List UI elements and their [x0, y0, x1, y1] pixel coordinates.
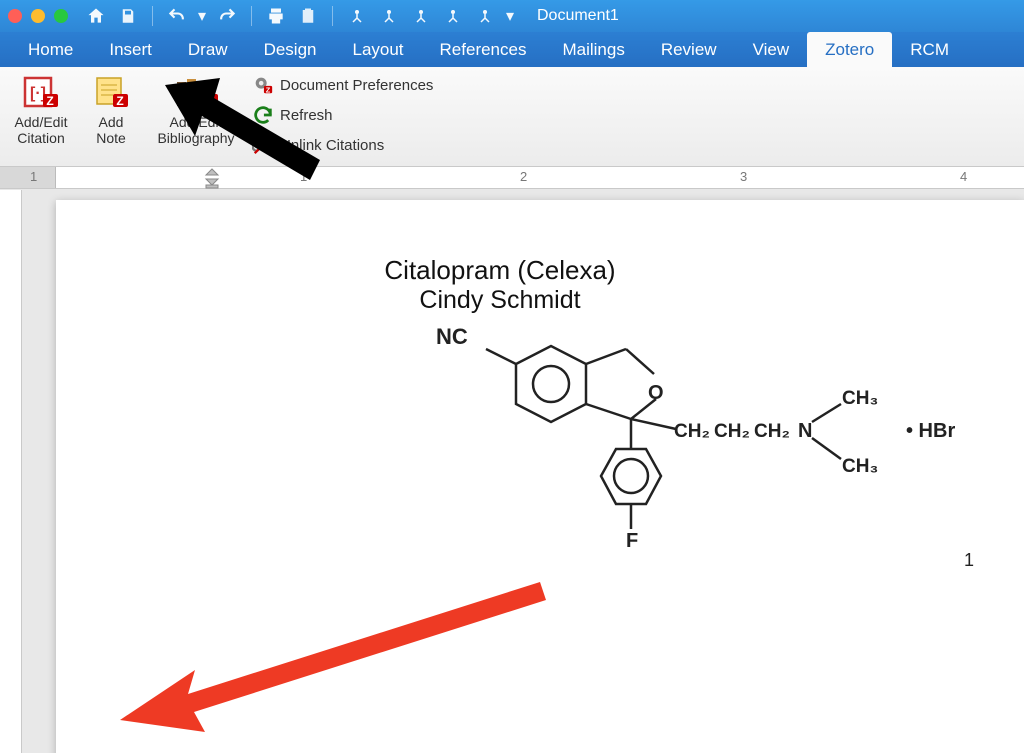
tab-mailings[interactable]: Mailings [544, 32, 642, 67]
gear-icon: Z [252, 74, 274, 96]
add-edit-citation-label-l2: Citation [17, 130, 64, 146]
paste-icon[interactable] [294, 3, 322, 29]
tab-layout[interactable]: Layout [334, 32, 421, 67]
add-edit-bibliography-label-l2: Bibliography [157, 130, 234, 146]
citation-icon: [·] Z [21, 74, 61, 112]
ribbon-zotero: [·] Z Add/Edit Citation Z Add Note [0, 67, 1024, 167]
chem-label-n: N [798, 420, 812, 442]
unlink-citations-label: Unlink Citations [280, 137, 384, 154]
chem-label-ch2a: CH₂ [674, 421, 710, 442]
ribbon-tabs: Home Insert Draw Design Layout Reference… [0, 32, 1024, 67]
chemical-structure: NC O F CH₂ CH₂ [416, 304, 976, 559]
unlink-icon [252, 134, 274, 156]
toolbar-misc-4-icon[interactable] [439, 3, 467, 29]
horizontal-ruler[interactable]: 1 1 2 3 4 [0, 167, 1024, 189]
svg-text:Z: Z [46, 94, 53, 108]
svg-text:Z: Z [116, 94, 123, 108]
document-title: Document1 [537, 7, 619, 25]
refresh-button[interactable]: Refresh [252, 104, 433, 126]
tab-view[interactable]: View [735, 32, 808, 67]
slide-title: Citalopram (Celexa) [56, 255, 944, 286]
tab-review[interactable]: Review [643, 32, 735, 67]
ruler-mark-neg1: 1 [30, 169, 37, 184]
refresh-label: Refresh [280, 107, 333, 124]
toolbar-misc-2-icon[interactable] [375, 3, 403, 29]
undo-dropdown-icon[interactable]: ▾ [195, 3, 209, 29]
chem-label-ch3b: CH₃ [842, 456, 878, 477]
chem-label-f: F [626, 530, 638, 552]
ruler-mark-3: 3 [740, 169, 747, 184]
tab-draw[interactable]: Draw [170, 32, 246, 67]
ruler-mark-1: 1 [300, 169, 307, 184]
close-window-button[interactable] [8, 9, 22, 23]
titlebar: ▾ ▾ Document1 [0, 0, 1024, 32]
toolbar-misc-5-icon[interactable] [471, 3, 499, 29]
indent-marker-icon[interactable] [202, 167, 222, 189]
minimize-window-button[interactable] [31, 9, 45, 23]
document-preferences-button[interactable]: Z Document Preferences [252, 74, 433, 96]
svg-text:Z: Z [266, 85, 271, 94]
tab-design[interactable]: Design [246, 32, 335, 67]
tab-home[interactable]: Home [10, 32, 91, 67]
chem-label-ch2c: CH₂ [754, 421, 790, 442]
bibliography-icon: Z [171, 74, 221, 112]
save-icon[interactable] [114, 3, 142, 29]
add-edit-citation-label-l1: Add/Edit [15, 114, 68, 130]
toolbar-more-dropdown-icon[interactable]: ▾ [503, 3, 517, 29]
add-note-label-l2: Note [96, 130, 126, 146]
chem-label-ch2b: CH₂ [714, 421, 750, 442]
document-preferences-label: Document Preferences [280, 77, 433, 94]
add-note-label-l1: Add [99, 114, 124, 130]
print-icon[interactable] [262, 3, 290, 29]
svg-text:Z: Z [206, 94, 213, 108]
document-page[interactable]: Citalopram (Celexa) Cindy Schmidt 1 NC O [56, 200, 1024, 753]
tab-insert[interactable]: Insert [91, 32, 170, 67]
maximize-window-button[interactable] [54, 9, 68, 23]
undo-icon[interactable] [163, 3, 191, 29]
window-controls [8, 9, 68, 23]
ruler-mark-4: 4 [960, 169, 967, 184]
page-area[interactable]: Citalopram (Celexa) Cindy Schmidt 1 NC O [0, 190, 1024, 753]
unlink-citations-button[interactable]: Unlink Citations [252, 134, 433, 156]
add-edit-bibliography-button[interactable]: Z Add/Edit Bibliography [146, 70, 246, 166]
ruler-mark-2: 2 [520, 169, 527, 184]
add-edit-bibliography-label-l1: Add/Edit [170, 114, 223, 130]
chem-label-nc: NC [436, 324, 468, 349]
tab-zotero[interactable]: Zotero [807, 32, 892, 67]
tab-references[interactable]: References [422, 32, 545, 67]
chem-label-hbr: • HBr [906, 420, 955, 442]
tab-rcm[interactable]: RCM [892, 32, 967, 67]
note-icon: Z [91, 74, 131, 112]
toolbar-misc-1-icon[interactable] [343, 3, 371, 29]
chem-label-ch3a: CH₃ [842, 388, 878, 409]
home-icon[interactable] [82, 3, 110, 29]
refresh-icon [252, 104, 274, 126]
toolbar-misc-3-icon[interactable] [407, 3, 435, 29]
add-note-button[interactable]: Z Add Note [76, 70, 146, 166]
redo-icon[interactable] [213, 3, 241, 29]
add-edit-citation-button[interactable]: [·] Z Add/Edit Citation [6, 70, 76, 166]
vertical-ruler[interactable] [0, 190, 22, 753]
